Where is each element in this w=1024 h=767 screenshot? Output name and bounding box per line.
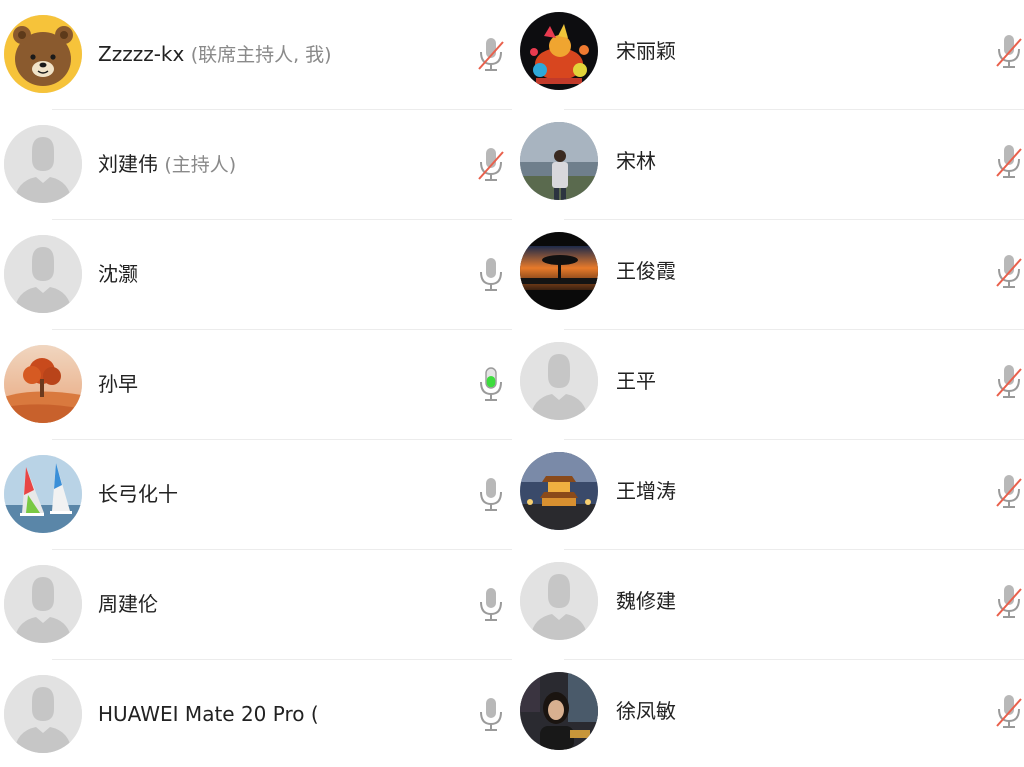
participant-row[interactable]: Zzzzz-kx (联席主持人, 我) <box>0 0 512 110</box>
mic-muted-icon[interactable] <box>476 146 506 184</box>
participant-name-text: 孙早 <box>98 372 138 396</box>
mic-muted-icon[interactable] <box>994 583 1024 621</box>
participant-row[interactable]: 沈灏 <box>0 220 512 330</box>
participant-name: HUAWEI Mate 20 Pro ( <box>98 700 319 728</box>
avatar <box>520 12 598 90</box>
participant-name-text: 王平 <box>616 369 656 393</box>
participant-name-text: 宋丽颖 <box>616 39 676 63</box>
participant-role: (联席主持人, 我) <box>190 44 332 66</box>
mic-muted-icon[interactable] <box>476 36 506 74</box>
participant-name: 刘建伟 (主持人) <box>98 150 236 179</box>
mic-icon[interactable] <box>476 476 506 514</box>
participant-name: 长弓化十 <box>98 480 178 508</box>
avatar <box>520 232 598 310</box>
mic-icon[interactable] <box>476 696 506 734</box>
participant-row[interactable]: 魏修建 <box>516 550 1024 660</box>
participant-name: 魏修建 <box>616 587 676 615</box>
participant-name-text: 长弓化十 <box>98 482 178 506</box>
avatar <box>520 452 598 530</box>
participant-row[interactable]: 宋丽颖 <box>516 0 1024 110</box>
participant-column-right: 宋丽颖宋林王俊霞王平王增涛魏修建徐凤敏 <box>516 0 1024 767</box>
participant-row[interactable]: 王俊霞 <box>516 220 1024 330</box>
mic-muted-icon[interactable] <box>994 363 1024 401</box>
participant-name: 宋丽颖 <box>616 37 676 65</box>
avatar <box>4 565 82 643</box>
avatar <box>520 342 598 420</box>
participant-column-left: Zzzzz-kx (联席主持人, 我) 刘建伟 (主持人) 沈灏孙早长弓化十周建伦 H… <box>0 0 512 767</box>
avatar <box>4 125 82 203</box>
avatar <box>4 455 82 533</box>
participant-name-text: 王增涛 <box>616 479 676 503</box>
participant-name-text: 王俊霞 <box>616 259 676 283</box>
participant-name: 宋林 <box>616 147 656 175</box>
participant-row[interactable]: HUAWEI Mate 20 Pro ( <box>0 660 512 767</box>
participant-name-text: 周建伦 <box>98 592 158 616</box>
mic-muted-icon[interactable] <box>994 473 1024 511</box>
participant-row[interactable]: 孙早 <box>0 330 512 440</box>
participant-row[interactable]: 王平 <box>516 330 1024 440</box>
avatar <box>4 345 82 423</box>
avatar <box>4 675 82 753</box>
mic-muted-icon[interactable] <box>994 693 1024 731</box>
participant-name: 孙早 <box>98 370 138 398</box>
participant-row[interactable]: 王增涛 <box>516 440 1024 550</box>
participant-name: 徐凤敏 <box>616 697 676 725</box>
participant-name: 王平 <box>616 367 656 395</box>
participant-row[interactable]: 长弓化十 <box>0 440 512 550</box>
participant-name: 周建伦 <box>98 590 158 618</box>
participant-row[interactable]: 周建伦 <box>0 550 512 660</box>
avatar <box>520 562 598 640</box>
participant-row[interactable]: 宋林 <box>516 110 1024 220</box>
participant-name-text: Zzzzz-kx <box>98 42 185 66</box>
participant-name-text: HUAWEI Mate 20 Pro ( <box>98 702 319 726</box>
participant-name-text: 徐凤敏 <box>616 699 676 723</box>
participant-name: 沈灏 <box>98 260 138 288</box>
participant-row[interactable]: 徐凤敏 <box>516 660 1024 767</box>
avatar <box>4 235 82 313</box>
mic-speaking-icon[interactable] <box>476 366 506 404</box>
participant-name: 王俊霞 <box>616 257 676 285</box>
participant-role: (主持人) <box>164 154 237 176</box>
participant-name-text: 沈灏 <box>98 262 138 286</box>
participant-name-text: 刘建伟 <box>98 152 158 176</box>
participant-name: 王增涛 <box>616 477 676 505</box>
avatar <box>520 122 598 200</box>
participant-name-text: 魏修建 <box>616 589 676 613</box>
participant-list-page: Zzzzz-kx (联席主持人, 我) 刘建伟 (主持人) 沈灏孙早长弓化十周建伦 H… <box>0 0 1024 767</box>
participant-row[interactable]: 刘建伟 (主持人) <box>0 110 512 220</box>
mic-muted-icon[interactable] <box>994 253 1024 291</box>
mic-icon[interactable] <box>476 586 506 624</box>
participant-name: Zzzzz-kx (联席主持人, 我) <box>98 40 332 69</box>
mic-icon[interactable] <box>476 256 506 294</box>
mic-muted-icon[interactable] <box>994 33 1024 71</box>
avatar <box>520 672 598 750</box>
avatar <box>4 15 82 93</box>
participant-name-text: 宋林 <box>616 149 656 173</box>
mic-muted-icon[interactable] <box>994 143 1024 181</box>
